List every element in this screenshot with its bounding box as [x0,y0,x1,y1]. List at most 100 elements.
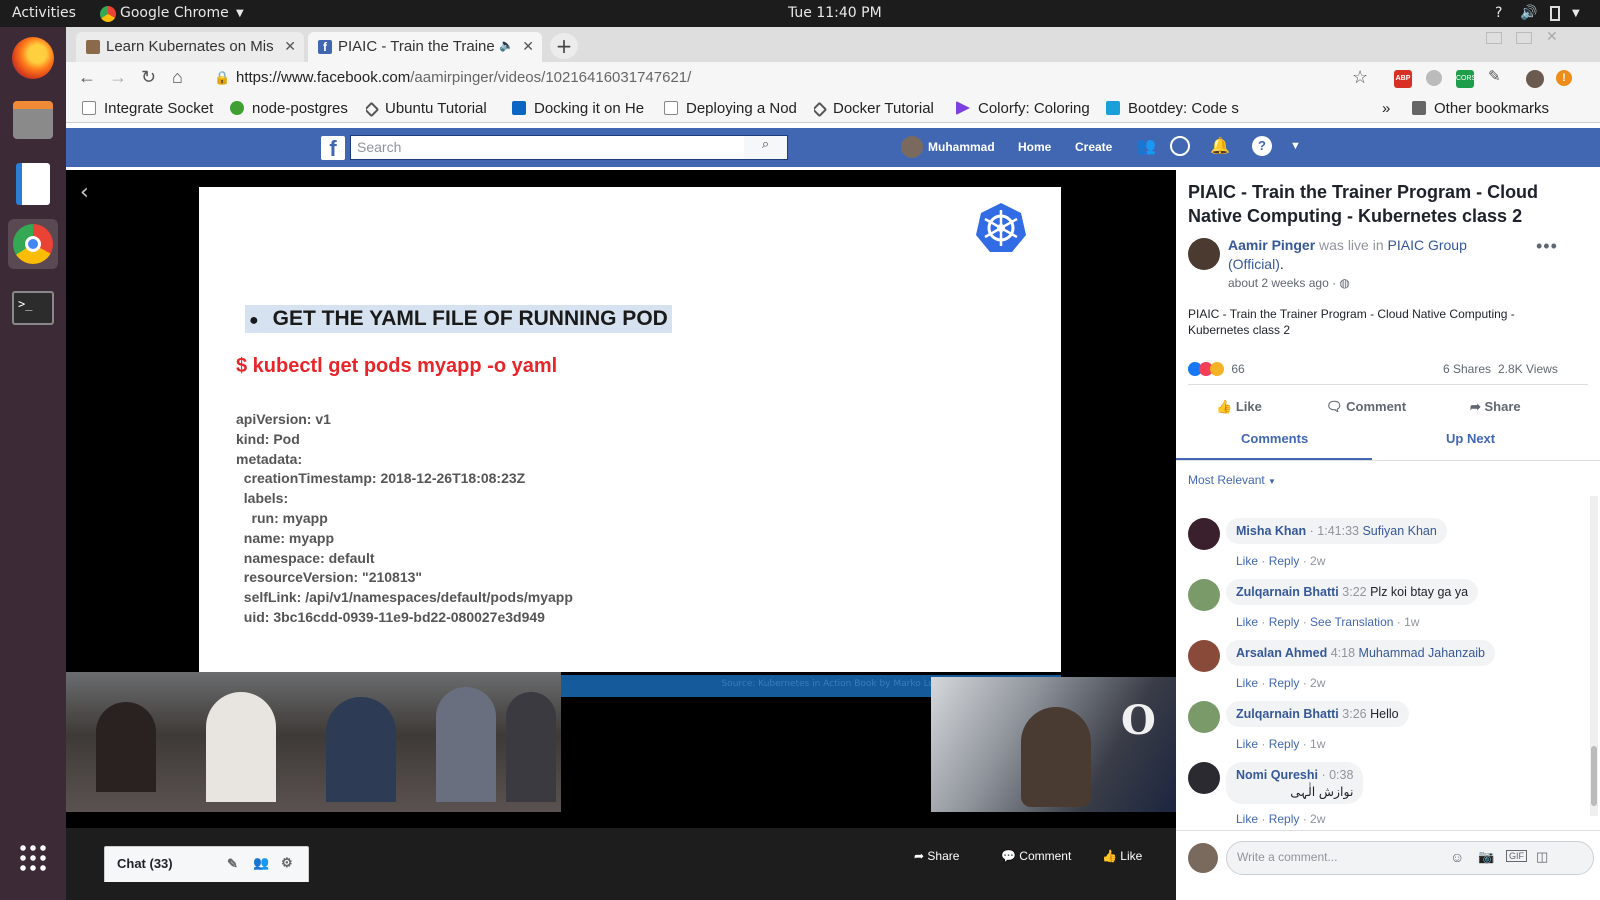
reactions-summary[interactable]: 66 [1188,362,1245,376]
post-timestamp[interactable]: about 2 weeks ago · ◍ [1228,276,1350,290]
comments-scrollbar[interactable] [1590,496,1598,816]
shares-count[interactable]: 6 Shares [1443,362,1491,376]
dock: >_ [0,27,66,900]
other-bookmarks-folder[interactable]: Other bookmarks [1412,100,1549,117]
firefox-icon[interactable] [8,33,58,83]
cors-extension-icon[interactable]: CORS [1456,70,1476,88]
avatar[interactable] [1188,640,1220,672]
help-icon[interactable]: ? [1495,5,1502,21]
account-menu-chevron-icon[interactable]: ▼ [1290,140,1301,152]
post-like-button[interactable]: 👍 Like [1216,399,1262,415]
audio-playing-icon[interactable]: 🔈 [499,38,514,52]
chat-sidebar-tab[interactable]: Chat (33) ✎ 👥 ⚙ [104,846,309,882]
views-count: 2.8K Views [1498,362,1558,376]
minimize-window-button[interactable] [1486,32,1502,44]
user-avatar[interactable] [901,136,923,158]
url-field[interactable]: https://www.facebook.com/aamirpinger/vid… [236,69,691,86]
restore-window-button[interactable] [1516,32,1532,44]
video-comment-button[interactable]: 💬 Comment [1001,849,1071,863]
volume-icon[interactable]: 🔊 [1520,5,1537,21]
close-tab-icon[interactable]: ✕ [522,38,534,55]
terminal-icon[interactable]: >_ [8,283,58,333]
battery-icon[interactable] [1550,6,1560,21]
lock-icon[interactable]: 🔒 [214,70,230,86]
slide-yaml-text: apiVersion: v1 kind: Pod metadata: creat… [236,411,573,625]
more-options-icon[interactable]: ••• [1536,236,1558,257]
bookmark-item[interactable]: Bootdey: Code s [1106,100,1240,117]
back-arrow-icon[interactable]: ← [78,67,96,88]
tray-menu-chevron-icon[interactable]: ▼ [1572,8,1580,19]
chrome-dock-icon[interactable] [8,219,58,269]
chevron-left-icon[interactable]: ‹ [80,180,89,205]
facebook-search-input[interactable]: Search [350,135,788,160]
close-tab-icon[interactable]: ✕ [284,38,296,55]
group-icon[interactable]: 👥 [253,855,269,871]
post-comment-button[interactable]: 🗨 Comment [1326,399,1406,415]
bookmark-star-icon[interactable]: ☆ [1352,67,1368,88]
profile-avatar[interactable] [1526,70,1544,88]
avatar[interactable] [1188,762,1220,794]
bookmark-item[interactable]: Colorfy: Coloring [956,100,1094,117]
gif-icon[interactable]: GIF [1506,850,1527,862]
avatar[interactable] [1188,579,1220,611]
scrollbar-thumb[interactable] [1591,746,1597,806]
folder-icon [1412,101,1426,115]
update-alert-icon[interactable]: ! [1556,70,1572,86]
activities-button[interactable]: Activities [12,5,76,21]
notifications-bell-icon[interactable]: 🔔 [1210,136,1230,156]
show-applications-icon[interactable] [8,833,58,883]
home-icon[interactable]: ⌂ [172,67,183,88]
post-share-button[interactable]: ➦ Share [1470,399,1521,415]
presentation-slide: ● GET THE YAML FILE OF RUNNING POD $ kube… [199,187,1061,672]
bookmark-item[interactable]: Docking it on He [512,100,652,117]
tab-learn-kubernetes[interactable]: Learn Kubernates on Mis ✕ [76,32,304,62]
compose-icon[interactable]: ✎ [227,856,238,872]
video-like-button[interactable]: 👍 Like [1102,849,1142,863]
avatar[interactable] [1188,518,1220,550]
tab-comments[interactable]: Comments [1241,431,1308,446]
emoji-icon[interactable]: ☺ [1450,849,1464,865]
camera-icon[interactable]: 📷 [1478,849,1494,865]
new-tab-button[interactable]: + [550,33,578,59]
messenger-icon[interactable] [1170,136,1190,156]
home-link[interactable]: Home [1018,140,1051,154]
create-link[interactable]: Create [1075,140,1112,154]
reload-icon[interactable]: ↻ [141,67,156,88]
clock[interactable]: Tue 11:40 PM [788,5,882,21]
search-icon[interactable]: ⌕ [744,136,787,159]
chevron-down-icon[interactable]: ▼ [236,8,244,19]
forward-arrow-icon[interactable]: → [109,67,127,88]
comment-actions: Like · Reply · 1w [1236,737,1326,751]
gear-icon[interactable]: ⚙ [281,855,293,871]
bookmark-item[interactable]: Ubuntu Tutorial [366,100,506,117]
comment-bubble: Zulqarnain Bhatti 3:22 Plz koi btay ga y… [1226,579,1479,605]
help-question-icon[interactable]: ? [1252,136,1272,156]
comment-icon: 💬 [1001,849,1020,863]
friend-requests-icon[interactable]: 👥 [1136,136,1156,156]
bookmark-item[interactable]: node-postgres [230,100,360,117]
eyedropper-extension-icon[interactable]: ✎ [1488,67,1501,85]
adblock-extension-icon[interactable]: ABP [1394,70,1412,88]
bookmark-item[interactable]: Integrate Socket [82,100,216,117]
writer-icon[interactable] [8,159,58,209]
app-menu-label[interactable]: Google Chrome [120,5,229,21]
bookmark-item[interactable]: Docker Tutorial [814,100,954,117]
files-icon[interactable] [8,95,58,145]
avatar[interactable] [1188,701,1220,733]
bookmark-item[interactable]: Deploying a Nod [664,100,804,117]
bookmarks-overflow-chevron[interactable]: » [1382,100,1390,117]
profile-link[interactable]: Muhammad [928,140,995,154]
author-link[interactable]: Aamir Pinger [1228,237,1315,253]
sort-comments-dropdown[interactable]: Most Relevant ▼ [1188,473,1276,487]
presenter-camera-feed: O [931,677,1176,812]
tab-up-next[interactable]: Up Next [1446,431,1495,446]
sticker-icon[interactable]: ◫ [1536,849,1548,865]
extension-icon[interactable] [1426,70,1442,86]
facebook-logo[interactable]: f [321,136,345,161]
author-avatar[interactable] [1188,238,1220,270]
video-share-button[interactable]: ➦ Share [914,849,959,863]
close-window-button[interactable]: ✕ [1546,29,1558,45]
comment-icon: 🗨 [1326,399,1347,414]
tab-piaic-video[interactable]: f PIAIC - Train the Traine 🔈 ✕ [308,32,542,62]
video-player[interactable]: ‹ ● GET THE YAML FILE OF RUNNING POD $ ku… [66,170,1176,900]
